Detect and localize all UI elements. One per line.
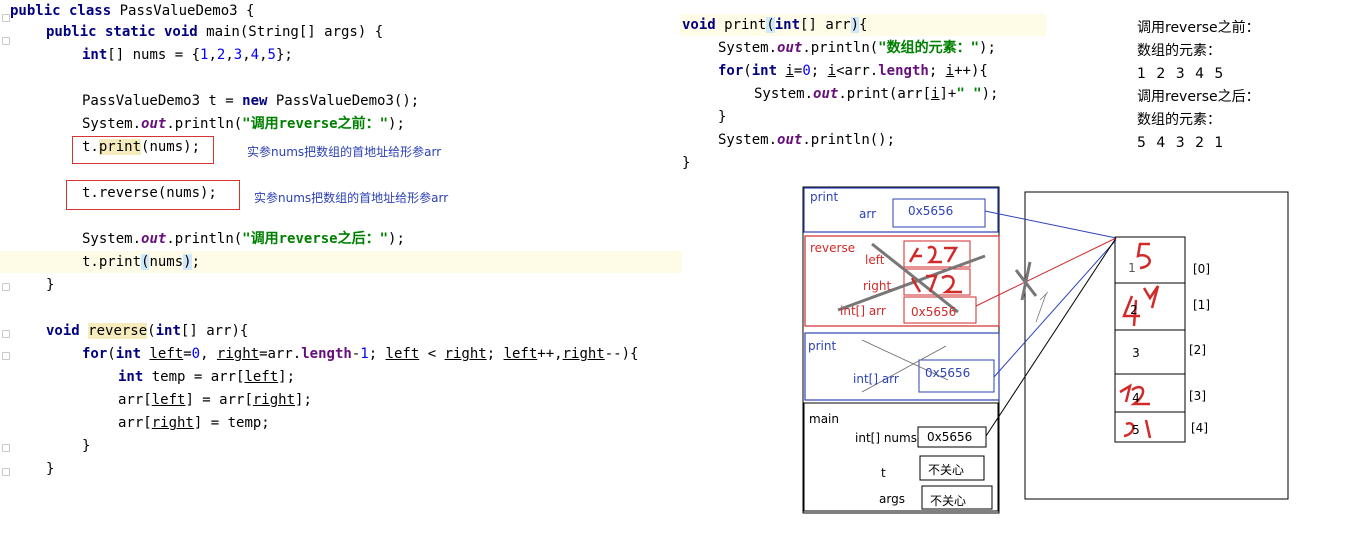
memory-diagram [802,186,1289,514]
print-mid-arr-label: int[] arr [853,372,899,386]
reverse-arr-label: int[] arr [840,304,886,318]
frame-name-main: main [809,412,839,426]
args-value: 不关心 [930,494,967,508]
array-index-0: [0] [1193,262,1210,276]
array-cell-4: 5 [1132,423,1140,437]
frame-name-print: print [810,190,839,204]
nums-value: 0x5656 [927,430,973,444]
array-index-2: [2] [1189,343,1206,357]
nums-label: int[] nums [855,431,917,445]
array-cell-1: 2 [1130,303,1138,317]
frame-name-print-mid: print [808,339,837,353]
array-index-4: [4] [1191,421,1208,435]
print-mid-arr-value: 0x5656 [925,366,971,380]
array-cell-3: 4 [1132,391,1140,405]
print-arr-label: arr [859,207,877,221]
ref-arrow-print [984,210,1117,239]
args-label: args [879,492,905,506]
array-cell-0: 1 [1128,261,1136,275]
ref-arrow-reverse [975,237,1117,307]
array-index-3: [3] [1189,389,1206,403]
ref-arrow-main [985,237,1117,437]
right-label: right [863,279,892,293]
heap-outline [1024,191,1289,500]
frame-name-reverse: reverse [810,241,856,255]
left-label: left [865,253,885,267]
print-arr-value: 0x5656 [908,204,954,218]
t-value: 不关心 [928,463,965,477]
t-label: t [881,466,886,480]
array-cell-2: 3 [1132,346,1140,360]
reverse-arr-value: 0x5656 [911,305,957,319]
ref-arrow-print-mid [993,239,1117,378]
array-index-1: [1] [1193,298,1210,312]
